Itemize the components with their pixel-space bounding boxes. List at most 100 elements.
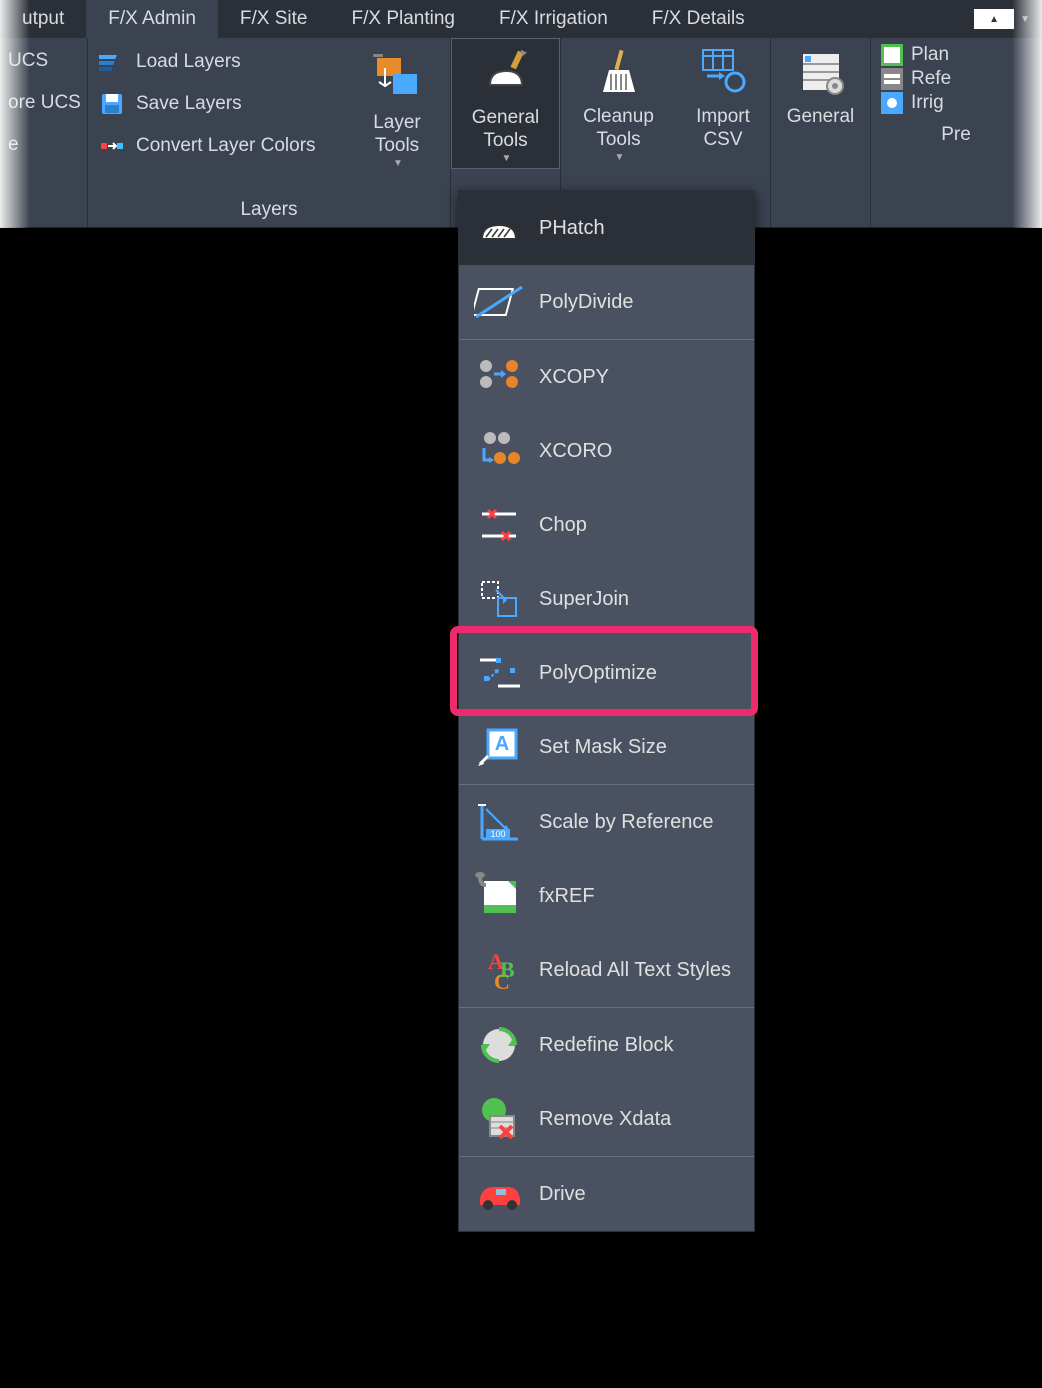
chevron-down-icon: ▼ (393, 158, 403, 169)
menu-drive-label: Drive (539, 1183, 586, 1206)
chop-icon (473, 499, 525, 551)
menu-scaleref-label: Scale by Reference (539, 811, 714, 834)
menu-xcopy[interactable]: XCOPY (459, 340, 754, 414)
menu-xcoro[interactable]: XCORO (459, 414, 754, 488)
ucs-item-3[interactable]: e (8, 128, 19, 162)
scaleref-icon: 100 (473, 796, 525, 848)
panel-layers: Load Layers Save Layers Convert Layer Co… (88, 38, 451, 227)
ucs-item[interactable]: UCS (8, 44, 48, 78)
xcoro-icon (473, 425, 525, 477)
general-label: General (787, 106, 855, 129)
import-csv-button[interactable]: Import CSV (676, 38, 770, 156)
polyoptimize-icon (473, 647, 525, 699)
import-csv-label: Import CSV (696, 106, 750, 152)
panel-right-partial: Plan Refe Irrig Pre (871, 38, 1042, 227)
svg-text:A: A (495, 733, 509, 755)
plan-item[interactable]: Plan (881, 44, 1031, 66)
cleanup-tools-button[interactable]: Cleanup Tools ▼ (561, 38, 676, 167)
panel-general: General (771, 38, 871, 227)
layer-tools-label: Layer Tools (373, 112, 421, 158)
save-layers-button[interactable]: Save Layers (96, 86, 318, 122)
menu-redefine-label: Redefine Block (539, 1034, 674, 1057)
general-tools-dropdown: PHatch PolyDivide XCOPY XCORO Chop Super… (458, 190, 755, 1232)
panel-label (0, 195, 87, 227)
general-icon (793, 44, 849, 100)
menu-xcopy-label: XCOPY (539, 366, 609, 389)
removexdata-icon (473, 1093, 525, 1145)
chevron-down-icon: ▼ (502, 153, 512, 164)
cleanup-tools-icon (591, 44, 647, 100)
menu-fxref[interactable]: fxREF (459, 859, 754, 933)
menu-polydivide-label: PolyDivide (539, 291, 633, 314)
polydivide-icon (473, 276, 525, 328)
tab-fx-details[interactable]: F/X Details (630, 0, 767, 38)
panel-ucs-partial: UCS ore UCS e (0, 38, 88, 227)
plan-icon (881, 44, 903, 66)
tab-fx-site[interactable]: F/X Site (218, 0, 330, 38)
load-layers-button[interactable]: Load Layers (96, 44, 318, 80)
menu-setmask-label: Set Mask Size (539, 736, 667, 759)
convert-colors-label: Convert Layer Colors (136, 135, 316, 157)
menu-chop-label: Chop (539, 514, 587, 537)
menu-removexdata-label: Remove Xdata (539, 1108, 671, 1131)
irrig-label: Irrig (911, 92, 944, 114)
menu-polyoptimize[interactable]: PolyOptimize (459, 636, 754, 710)
menu-removexdata[interactable]: Remove Xdata (459, 1082, 754, 1156)
drive-icon (473, 1168, 525, 1220)
save-layers-icon (98, 90, 126, 118)
phatch-icon (473, 202, 525, 254)
menu-scalebyref[interactable]: 100 Scale by Reference (459, 785, 754, 859)
general-tools-icon (478, 45, 534, 101)
menu-polyoptimize-label: PolyOptimize (539, 662, 657, 685)
menu-setmasksize[interactable]: A Set Mask Size (459, 710, 754, 784)
menu-phatch-label: PHatch (539, 217, 605, 240)
convert-layer-colors-button[interactable]: Convert Layer Colors (96, 128, 318, 164)
menu-reloadtext-label: Reload All Text Styles (539, 959, 731, 982)
layers-panel-label: Layers (88, 195, 450, 227)
load-layers-label: Load Layers (136, 51, 241, 73)
reference-item[interactable]: Refe (881, 68, 1031, 90)
irrigation-item[interactable]: Irrig (881, 92, 1031, 114)
xcopy-icon (473, 351, 525, 403)
superjoin-icon (473, 573, 525, 625)
load-layers-icon (98, 48, 126, 76)
ref-label: Refe (911, 68, 951, 90)
general-tools-button[interactable]: General Tools ▼ (451, 38, 560, 169)
ribbon-tabs: utput F/X Admin F/X Site F/X Planting F/… (0, 0, 1042, 38)
svg-text:C: C (494, 969, 510, 994)
convert-colors-icon (98, 132, 126, 160)
menu-superjoin-label: SuperJoin (539, 588, 629, 611)
layer-tools-icon (369, 50, 425, 106)
menu-chop[interactable]: Chop (459, 488, 754, 562)
tab-fx-planting[interactable]: F/X Planting (330, 0, 478, 38)
redefine-icon (473, 1019, 525, 1071)
chevron-down-icon: ▼ (615, 152, 625, 163)
menu-xcoro-label: XCORO (539, 440, 612, 463)
reloadtext-icon: ABC (473, 944, 525, 996)
tab-output[interactable]: utput (0, 0, 86, 38)
minimize-ribbon-button[interactable] (974, 9, 1014, 29)
pre-panel-label: Pre (871, 120, 1041, 152)
general-button[interactable]: General (771, 38, 870, 133)
tab-fx-admin[interactable]: F/X Admin (86, 0, 218, 38)
menu-drive[interactable]: Drive (459, 1157, 754, 1231)
restore-ucs-item[interactable]: ore UCS (8, 86, 81, 120)
menu-polydivide[interactable]: PolyDivide (459, 265, 754, 339)
layer-tools-button[interactable]: Layer Tools ▼ (352, 44, 442, 173)
tab-fx-irrigation[interactable]: F/X Irrigation (477, 0, 630, 38)
menu-superjoin[interactable]: SuperJoin (459, 562, 754, 636)
save-layers-label: Save Layers (136, 93, 242, 115)
plan-label: Plan (911, 44, 949, 66)
general-tools-label: General Tools (472, 107, 540, 153)
menu-redefineblock[interactable]: Redefine Block (459, 1008, 754, 1082)
ref-icon (881, 68, 903, 90)
menu-reloadtext[interactable]: ABC Reload All Text Styles (459, 933, 754, 1007)
menu-fxref-label: fxREF (539, 885, 595, 908)
irrig-icon (881, 92, 903, 114)
fxref-icon (473, 870, 525, 922)
import-csv-icon (695, 44, 751, 100)
cleanup-tools-label: Cleanup Tools (583, 106, 654, 152)
menu-phatch[interactable]: PHatch (459, 191, 754, 265)
svg-text:100: 100 (490, 829, 505, 839)
setmask-icon: A (473, 721, 525, 773)
